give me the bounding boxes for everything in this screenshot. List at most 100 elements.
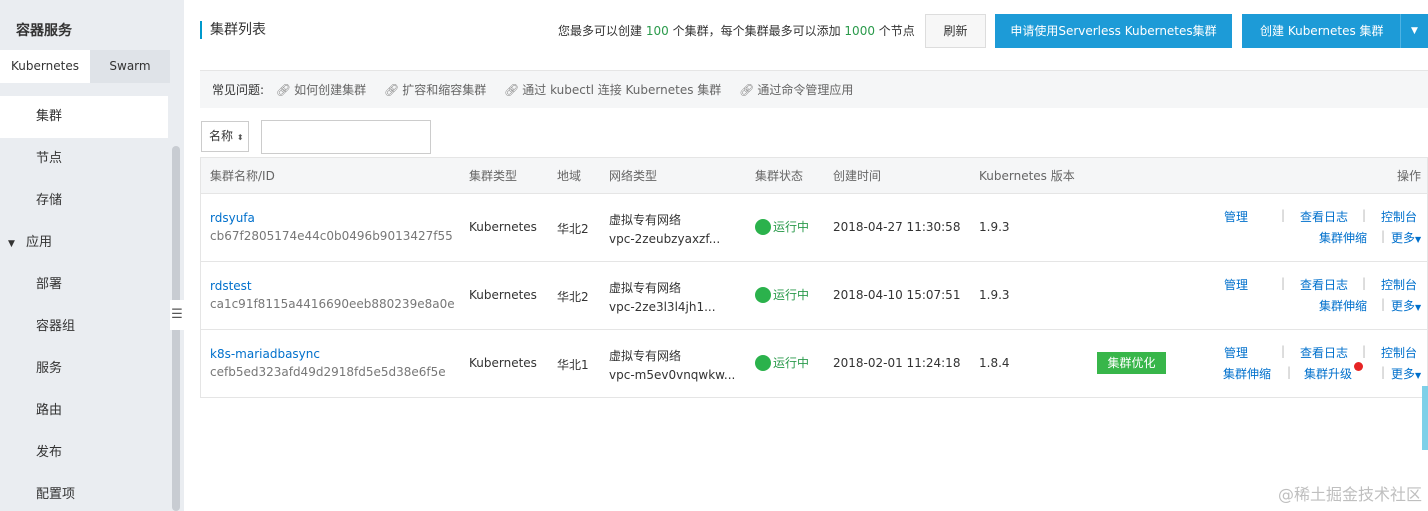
quota-cluster-limit: 100 — [645, 24, 669, 38]
faq-link-kubectl[interactable]: 🔗︎ 通过 kubectl 连接 Kubernetes 集群 — [504, 83, 721, 97]
menu-collapse-icon[interactable]: ☰ — [170, 300, 184, 330]
faq-link-label: 扩容和缩容集群 — [402, 83, 487, 97]
create-cluster-button[interactable]: 创建 Kubernetes 集群 ▼ — [1242, 14, 1428, 48]
sidebar: 容器服务 Kubernetes Swarm 集群 节点 存储 ▼ 应用 部署 容器… — [0, 0, 184, 511]
chevron-down-icon[interactable]: ▼ — [1400, 14, 1428, 48]
view-logs-link[interactable]: 查看日志 — [1300, 276, 1348, 293]
more-dropdown[interactable]: 更多▼ — [1391, 297, 1421, 314]
optimize-cluster-badge[interactable]: 集群优化 — [1097, 352, 1166, 374]
network-type: 虚拟专有网络 — [609, 281, 682, 295]
apply-serverless-button[interactable]: 申请使用Serverless Kubernetes集群 — [995, 14, 1232, 48]
sidebar-item-routes[interactable]: 路由 — [0, 390, 168, 432]
manage-link[interactable]: 管理 — [1224, 276, 1248, 293]
cluster-network: 虚拟专有网络 vpc-2zeubzyaxzf... — [609, 211, 720, 246]
divider: | — [1381, 229, 1386, 243]
faq-link-manage-apps[interactable]: 🔗︎ 通过命令管理应用 — [739, 83, 853, 97]
status-badge: 运行中 — [755, 218, 809, 235]
faq-link-create-cluster[interactable]: 🔗︎ 如何创建集群 — [276, 83, 366, 97]
tab-swarm[interactable]: Swarm — [90, 50, 170, 83]
notification-dot-icon — [1354, 362, 1363, 371]
sidebar-item-storage[interactable]: 存储 — [0, 180, 168, 222]
page-title: 集群列表 — [200, 21, 266, 39]
more-label: 更多 — [1391, 231, 1416, 245]
console-link[interactable]: 控制台 — [1381, 208, 1417, 225]
row-actions: 管理 | 查看日志 | 控制台 集群伸缩 | 集群升级 | 更多▼ — [1207, 344, 1427, 388]
sidebar-group-apps[interactable]: ▼ 应用 — [0, 222, 168, 264]
search-input[interactable] — [261, 120, 431, 154]
cluster-name-link[interactable]: rdsyufa — [210, 211, 453, 225]
feedback-tab[interactable] — [1422, 386, 1428, 450]
main-content: 集群列表 您最多可以创建 100 个集群，每个集群最多可以添加 1000 个节点… — [200, 0, 1428, 511]
link-icon: 🔗︎ — [275, 83, 292, 97]
filter-field-select[interactable]: 名称 ⬍ — [201, 121, 249, 152]
quota-text: 您最多可以创建 100 个集群，每个集群最多可以添加 1000 个节点 — [558, 22, 915, 39]
cluster-id: cefb5ed323afd49d2918fd5e5d38e6f5e — [210, 365, 446, 379]
divider: | — [1362, 344, 1367, 358]
col-header-type: 集群类型 — [469, 169, 518, 183]
sidebar-item-nodes[interactable]: 节点 — [0, 138, 168, 180]
tab-kubernetes[interactable]: Kubernetes — [0, 50, 90, 83]
cluster-table: 集群名称/ID 集群类型 地域 网络类型 集群状态 创建时间 Kubernete… — [200, 157, 1428, 398]
sidebar-item-clusters[interactable]: 集群 — [0, 96, 168, 138]
console-link[interactable]: 控制台 — [1381, 276, 1417, 293]
scale-cluster-link[interactable]: 集群伸缩 — [1223, 365, 1271, 382]
view-logs-link[interactable]: 查看日志 — [1300, 344, 1348, 361]
view-logs-link[interactable]: 查看日志 — [1300, 208, 1348, 225]
divider: | — [1281, 276, 1286, 290]
manage-link[interactable]: 管理 — [1224, 344, 1248, 361]
k8s-version: 1.9.3 — [979, 288, 1010, 302]
sidebar-item-deployments[interactable]: 部署 — [0, 264, 168, 306]
quota-node-limit: 1000 — [844, 24, 875, 38]
sidebar-item-pods[interactable]: 容器组 — [0, 306, 168, 348]
sidebar-item-services[interactable]: 服务 — [0, 348, 168, 390]
cluster-id: cb67f2805174e44c0b0496b9013427f55 — [210, 229, 453, 243]
filter-field-value: 名称 — [209, 129, 234, 143]
cluster-type: Kubernetes — [469, 220, 537, 234]
refresh-button[interactable]: 刷新 — [925, 14, 986, 48]
status-badge: 运行中 — [755, 286, 809, 303]
caret-down-icon: ▼ — [8, 239, 15, 249]
console-link[interactable]: 控制台 — [1381, 344, 1417, 361]
sidebar-item-releases[interactable]: 发布 — [0, 432, 168, 474]
scale-cluster-link[interactable]: 集群伸缩 — [1319, 297, 1367, 314]
faq-link-label: 通过命令管理应用 — [757, 83, 854, 97]
table-row: k8s-mariadbasync cefb5ed323afd49d2918fd5… — [201, 330, 1427, 398]
created-time: 2018-04-27 11:30:58 — [833, 220, 961, 234]
divider: | — [1362, 208, 1367, 222]
caret-down-icon: ▼ — [1415, 303, 1422, 312]
created-time: 2018-04-10 15:07:51 — [833, 288, 961, 302]
cluster-name-link[interactable]: k8s-mariadbasync — [210, 347, 446, 361]
table-header: 集群名称/ID 集群类型 地域 网络类型 集群状态 创建时间 Kubernete… — [201, 158, 1427, 194]
cluster-region: 华北2 — [557, 290, 589, 304]
cluster-name-link[interactable]: rdstest — [210, 279, 455, 293]
row-actions: 管理 | 查看日志 | 控制台 集群伸缩 | 更多▼ — [1207, 276, 1427, 320]
vpc-id: vpc-2ze3l3l4jh1... — [609, 300, 716, 314]
vpc-id: vpc-m5ev0vnqwkw... — [609, 368, 736, 382]
vpc-id: vpc-2zeubzyaxzf... — [609, 232, 721, 246]
scale-cluster-link[interactable]: 集群伸缩 — [1319, 229, 1367, 246]
manage-link[interactable]: 管理 — [1224, 208, 1248, 225]
cluster-network: 虚拟专有网络 vpc-2ze3l3l4jh1... — [609, 279, 716, 314]
divider: | — [1281, 344, 1286, 358]
sidebar-item-configmaps[interactable]: 配置项 — [0, 474, 168, 511]
col-header-status: 集群状态 — [755, 169, 804, 183]
cluster-name-cell: rdstest ca1c91f8115a4416690eeb880239e8a0… — [210, 279, 455, 311]
faq-link-scale-cluster[interactable]: 🔗︎ 扩容和缩容集群 — [384, 83, 486, 97]
watermark: @稀土掘金技术社区 — [1277, 485, 1422, 504]
more-dropdown[interactable]: 更多▼ — [1391, 229, 1421, 246]
more-dropdown[interactable]: 更多▼ — [1391, 365, 1421, 382]
link-icon: 🔗︎ — [383, 83, 400, 97]
row-actions: 管理 | 查看日志 | 控制台 集群伸缩 | 更多▼ — [1207, 208, 1427, 252]
divider: | — [1287, 365, 1292, 379]
col-header-region: 地域 — [557, 169, 582, 183]
sidebar-title: 容器服务 — [16, 23, 72, 39]
upgrade-cluster-link[interactable]: 集群升级 — [1304, 365, 1352, 382]
sidebar-tabs: Kubernetes Swarm — [0, 50, 170, 83]
col-header-network: 网络类型 — [609, 169, 658, 183]
faq-link-label: 通过 kubectl 连接 Kubernetes 集群 — [522, 83, 722, 97]
network-type: 虚拟专有网络 — [609, 349, 682, 363]
sidebar-menu: 集群 节点 存储 ▼ 应用 部署 容器组 服务 路由 发布 配置项 — [0, 96, 168, 511]
col-header-name: 集群名称/ID — [210, 169, 275, 183]
col-header-ops: 操作 — [1396, 169, 1421, 183]
caret-down-icon: ▼ — [1415, 371, 1422, 380]
